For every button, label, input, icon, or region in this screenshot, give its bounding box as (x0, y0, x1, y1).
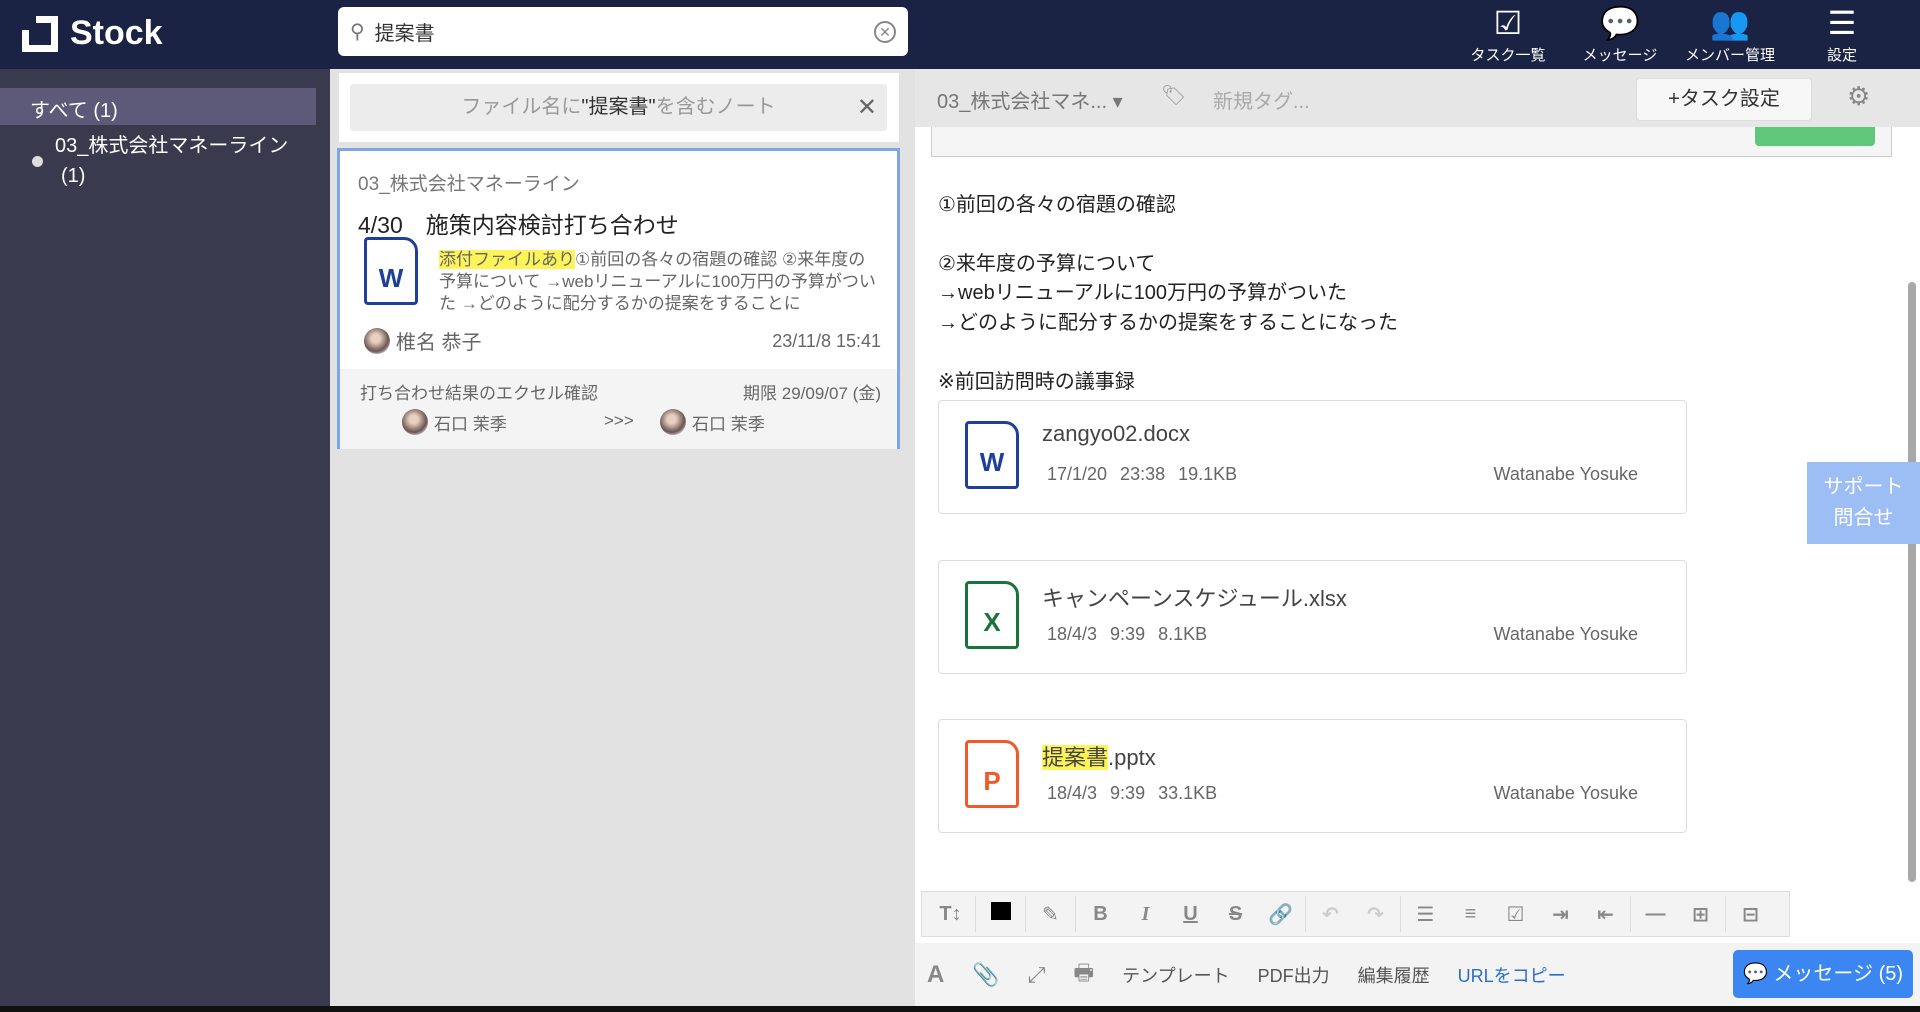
nav-task-list[interactable]: ☑ タスク一覧 (1458, 2, 1558, 65)
attachment-card[interactable]: P 提案書.pptx 18/4/3 9:39 33.1KB Watanabe Yosu… (938, 719, 1687, 833)
text-color-icon[interactable] (978, 902, 1023, 926)
word-file-icon: W (965, 421, 1019, 489)
undo-icon[interactable]: ↶ (1308, 902, 1353, 927)
highlighter-icon[interactable]: ✎ (1028, 902, 1073, 927)
message-button[interactable]: 💬 メッセージ (5) (1733, 950, 1913, 998)
note-editor: 03_株式会社マネ... ▾ 🏷 新規タグ... +タスク設定 ⚙ ①前回の各々… (915, 69, 1920, 1006)
indent-icon[interactable]: ⇥ (1538, 902, 1583, 927)
expand-icon[interactable]: ⤢ (1028, 962, 1046, 988)
logo-icon (22, 15, 58, 52)
outdent-icon[interactable]: ⇤ (1583, 902, 1628, 927)
new-tag-input[interactable]: 新規タグ... (1213, 85, 1310, 114)
tag-icon: 🏷 (1161, 85, 1187, 107)
italic-icon[interactable]: I (1123, 903, 1168, 926)
checklist-icon[interactable]: ☑ (1493, 902, 1538, 927)
nav-members[interactable]: 👥 メンバー管理 (1680, 2, 1780, 65)
avatar (364, 327, 390, 354)
template-button[interactable]: テンプレート (1122, 962, 1229, 988)
bold-icon[interactable]: B (1078, 903, 1123, 926)
clear-search-icon[interactable]: ✕ (874, 20, 896, 43)
edit-history-button[interactable]: 編集履歴 (1358, 962, 1430, 988)
search-input[interactable] (374, 20, 864, 43)
top-header: Stock ⚲ ✕ ☑タスク一覧 💬メッセージ 👥メンバー管理 ☰設定 (0, 0, 1920, 69)
table-icon[interactable]: ⊞ (1678, 902, 1723, 927)
search-icon: ⚲ (350, 21, 365, 43)
menu-icon: ☰ (1827, 5, 1857, 41)
font-format-icon[interactable]: A (927, 961, 944, 989)
folder-sidebar: すべて (1) 03_株式会社マネーライン (1) (0, 69, 330, 1006)
users-icon: 👥 (1710, 5, 1750, 41)
search-filter-banner: ファイル名に"提案書"を含むノート ✕ (350, 84, 887, 131)
scrollbar[interactable] (1908, 282, 1916, 882)
nav-messages[interactable]: 💬 メッセージ (1570, 2, 1670, 65)
gear-icon[interactable]: ⚙ (1847, 81, 1870, 112)
numbered-list-icon[interactable]: ≡ (1448, 903, 1493, 926)
search-box[interactable]: ⚲ ✕ (338, 7, 908, 56)
sidebar-item-all[interactable]: すべて (1) (0, 88, 316, 125)
link-icon[interactable]: 🔗 (1258, 902, 1303, 927)
checkbox-icon: ☑ (1493, 5, 1523, 41)
stock-logo[interactable]: Stock (22, 14, 163, 53)
font-size-icon[interactable]: T↕ (928, 903, 973, 926)
bullet-icon (32, 156, 43, 167)
note-list-panel: ファイル名に"提案書"を含むノート ✕ 03_株式会社マネーライン 4/30 施策… (330, 69, 915, 1006)
task-setting-button[interactable]: +タスク設定 (1636, 78, 1812, 121)
nav-settings[interactable]: ☰ 設定 (1792, 2, 1892, 65)
bullet-list-icon[interactable]: ☰ (1403, 902, 1448, 927)
redo-icon[interactable]: ↷ (1353, 902, 1398, 927)
avatar (402, 409, 428, 435)
window-edge (0, 1006, 1920, 1012)
note-topbar: 03_株式会社マネ... ▾ 🏷 新規タグ... +タスク設定 ⚙ (915, 69, 1920, 127)
paperclip-icon[interactable]: 📎 (972, 962, 999, 988)
pdf-export-button[interactable]: PDF出力 (1258, 962, 1330, 988)
avatar (660, 409, 686, 435)
chat-bubble-icon: 💬 (1742, 963, 1768, 985)
collapse-icon[interactable]: ⊟ (1728, 902, 1773, 927)
chat-bubble-icon: 💬 (1600, 5, 1640, 41)
excel-file-icon: X (965, 581, 1019, 649)
horizontal-rule-icon[interactable]: — (1633, 903, 1678, 926)
note-card[interactable]: 03_株式会社マネーライン 4/30 施策内容検討打ち合わせ W 添付ファイルあ… (337, 148, 900, 449)
sidebar-folder-item[interactable]: 03_株式会社マネーライン (1) (32, 131, 302, 191)
powerpoint-file-icon: P (965, 740, 1019, 808)
task-summary: 打ち合わせ結果のエクセル確認 期限 29/09/07 (金) 石口 茉季 >>>… (340, 369, 897, 449)
note-title: 4/30 施策内容検討打ち合わせ (358, 212, 679, 238)
format-toolbar: T↕ ✎ B I U S 🔗 ↶ ↷ ☰ ≡ ☑ ⇥ ⇤ — ⊞ ⊟ (921, 891, 1790, 937)
close-icon[interactable]: ✕ (857, 84, 877, 131)
support-button[interactable]: サポート 問合せ (1807, 462, 1920, 544)
attachment-card[interactable]: X キャンペーンスケジュール.xlsx 18/4/3 9:39 8.1KB Watan… (938, 560, 1687, 674)
strikethrough-icon[interactable]: S (1213, 903, 1258, 926)
word-file-icon: W (364, 237, 418, 305)
copy-url-button[interactable]: URLをコピー (1458, 962, 1566, 988)
attachment-card[interactable]: Wzangyo02.docx 17/1/20 23:38 19.1KB Watana… (938, 400, 1687, 514)
complete-button[interactable] (1755, 124, 1875, 146)
underline-icon[interactable]: U (1168, 903, 1213, 926)
folder-dropdown[interactable]: 03_株式会社マネ... ▾ (937, 85, 1123, 114)
print-icon[interactable]: 🖶 (1073, 956, 1094, 994)
